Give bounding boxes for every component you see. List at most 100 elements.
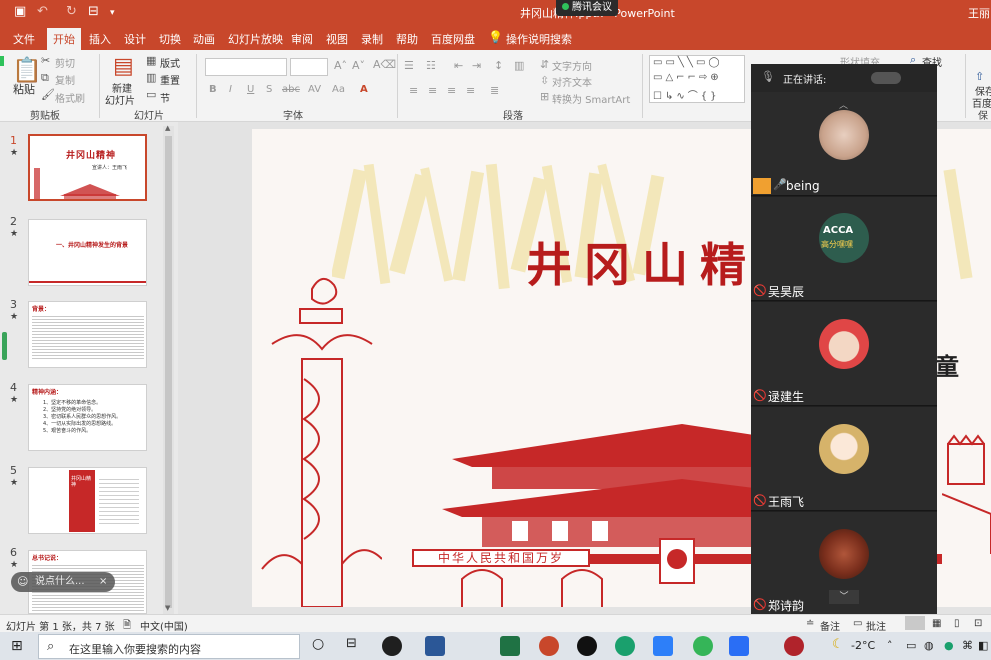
paste-button[interactable]: 粘贴 — [13, 81, 35, 97]
smartart-button[interactable]: 转换为 SmartArt — [552, 91, 630, 106]
app-pinwheel-icon[interactable] — [382, 636, 402, 656]
meeting-badge[interactable]: 腾讯会议 — [556, 0, 618, 16]
slide-subtitle-fragment[interactable]: 童 — [935, 347, 959, 382]
scroll-down-icon[interactable]: ▼ — [165, 604, 170, 612]
slide-sorter-icon[interactable]: ▦ — [932, 618, 941, 629]
justify-icon[interactable]: ≡ — [466, 84, 475, 97]
scroll-down-icon[interactable]: ﹀ — [829, 590, 859, 604]
bold-button[interactable]: B — [209, 84, 217, 95]
tab-help[interactable]: 帮助 — [396, 31, 418, 47]
shapes-row-icon[interactable]: ▭△⌐⌐⇨⊕ — [653, 72, 722, 83]
comments-icon[interactable]: ▭ — [853, 618, 862, 629]
underline-button[interactable]: U — [247, 84, 254, 95]
account-name[interactable]: 王丽 — [968, 5, 990, 21]
align-text-icon[interactable]: ⇳ — [540, 74, 549, 87]
save-icon[interactable]: ▣ — [14, 4, 26, 19]
save-baidu-icon[interactable]: ⇧ — [975, 70, 984, 83]
tray-app2-icon[interactable]: ◧ — [978, 639, 988, 652]
task-view-icon[interactable]: ⊟ — [346, 636, 357, 651]
taskbar-search-input[interactable]: ⌕ 在这里输入你要搜索的内容 — [38, 634, 300, 659]
align-right-icon[interactable]: ≡ — [447, 84, 456, 97]
align-text-button[interactable]: 对齐文本 — [552, 74, 592, 89]
shapes-row-icon[interactable]: ☐↳∿⌒{} — [653, 87, 719, 102]
layout-button[interactable]: 版式 — [160, 55, 180, 70]
edge-icon[interactable] — [615, 636, 635, 656]
close-icon[interactable]: × — [99, 572, 107, 592]
columns-icon[interactable]: ▥ — [514, 59, 524, 72]
participant-tile[interactable]: ACCA 高分嘿嘿 🚫 吴昊辰 — [751, 197, 937, 301]
tab-design[interactable]: 设计 — [124, 31, 146, 47]
slideshow-icon[interactable]: ⊡ — [974, 618, 982, 629]
tab-slideshow[interactable]: 幻灯片放映 — [228, 31, 283, 47]
powerpoint-icon[interactable] — [539, 636, 559, 656]
tab-insert[interactable]: 插入 — [89, 31, 111, 47]
text-direction-button[interactable]: 文字方向 — [552, 58, 592, 73]
shapes-row-icon[interactable]: ▭▭╲╲▭◯ — [653, 57, 723, 68]
slide-thumbnail-5[interactable]: 井冈山精神 — [28, 467, 147, 534]
present-icon[interactable]: ⊟ — [88, 4, 99, 19]
chat-input-bubble[interactable]: ☺ 说点什么... × — [11, 572, 115, 592]
strikethrough-button[interactable]: abc — [282, 84, 300, 95]
font-family-select[interactable] — [205, 58, 287, 76]
tab-file[interactable]: 文件 — [13, 31, 35, 47]
tablet-icon[interactable] — [653, 636, 673, 656]
slide-thumbnail-1[interactable]: 井冈山精神 宣讲人：王雨飞 — [28, 134, 147, 201]
slide-thumbnail-2[interactable]: 一、井冈山精神发生的背景 — [28, 219, 147, 286]
copy-button[interactable]: 复制 — [55, 72, 75, 87]
decrease-indent-icon[interactable]: ⇤ — [454, 59, 463, 72]
tab-baidu[interactable]: 百度网盘 — [431, 31, 475, 47]
clear-format-icon[interactable]: A⌫ — [373, 58, 396, 71]
paste-icon[interactable]: 📋 — [12, 56, 42, 84]
slide-thumbnail-4[interactable]: 精神内涵： 1、坚定不移的革命信念。 2、坚持党的绝对领导。 3、密切联系人民群… — [28, 384, 147, 451]
bullets-icon[interactable]: ☰ — [404, 59, 414, 72]
change-case-button[interactable]: Aa — [332, 84, 345, 95]
cut-button[interactable]: 剪切 — [55, 55, 75, 70]
char-spacing-button[interactable]: AV — [308, 84, 321, 95]
distribute-icon[interactable]: ≣ — [490, 84, 499, 97]
tab-home[interactable]: 开始 — [47, 28, 81, 50]
decrease-font-icon[interactable]: A˅ — [352, 59, 365, 72]
reset-button[interactable]: 重置 — [160, 72, 180, 87]
participant-tile[interactable]: 🚫 王雨飞 — [751, 407, 937, 511]
slide-thumbnail-3[interactable]: 背景： — [28, 301, 147, 368]
participant-tile[interactable]: ﹀ 🚫 郑诗韵 — [751, 512, 937, 615]
tab-transitions[interactable]: 切换 — [159, 31, 181, 47]
cut-icon[interactable]: ✂ — [41, 54, 50, 67]
font-size-select[interactable] — [290, 58, 328, 76]
reset-icon[interactable]: ▥ — [146, 71, 156, 84]
cortana-icon[interactable]: ○ — [312, 636, 324, 652]
chevron-up-icon[interactable]: ˄ — [887, 639, 893, 652]
tray-wechat-icon[interactable]: ● — [944, 639, 954, 652]
participant-tile[interactable]: 🚫 逯建生 — [751, 302, 937, 406]
align-center-icon[interactable]: ≡ — [428, 84, 437, 97]
undo-icon[interactable]: ↶ — [37, 4, 48, 19]
notes-icon[interactable]: ≐ — [806, 618, 814, 629]
font-color-button[interactable]: A — [360, 84, 368, 95]
weather-temp[interactable]: -2°C — [851, 639, 875, 652]
line-spacing-icon[interactable]: ↕ — [494, 59, 503, 72]
layout-icon[interactable]: ▦ — [146, 54, 156, 67]
format-painter-button[interactable]: 格式刷 — [55, 90, 85, 105]
text-direction-icon[interactable]: ⇵ — [540, 58, 549, 71]
format-painter-icon[interactable]: 🖌 — [41, 88, 55, 101]
tray-app-icon[interactable]: ◍ — [924, 639, 934, 652]
participant-tile[interactable]: ︿ 🎤 being — [751, 92, 937, 196]
thumbnails-scroll-thumb[interactable] — [165, 136, 172, 608]
scroll-up-icon[interactable]: ▲ — [165, 124, 170, 132]
customize-toolbar-icon[interactable]: ▾ — [110, 8, 115, 18]
copy-icon[interactable]: ⧉ — [41, 71, 49, 85]
tab-animations[interactable]: 动画 — [193, 31, 215, 47]
increase-indent-icon[interactable]: ⇥ — [472, 59, 481, 72]
increase-font-icon[interactable]: A˄ — [334, 59, 347, 72]
normal-view-icon[interactable] — [905, 616, 925, 630]
excel-icon[interactable] — [500, 636, 520, 656]
align-left-icon[interactable]: ≡ — [409, 84, 418, 97]
app-red-icon[interactable] — [784, 636, 804, 656]
shadow-button[interactable]: S — [266, 84, 272, 95]
numbering-icon[interactable]: ☷ — [426, 59, 436, 72]
windows-start-icon[interactable]: ⊞ — [11, 638, 23, 654]
slide-title[interactable]: 井冈山精 — [526, 229, 758, 295]
tray-monitor-icon[interactable]: ▭ — [906, 639, 916, 652]
qq-icon[interactable] — [577, 636, 597, 656]
banner-slogan[interactable]: 中华人民共和国万岁 — [412, 549, 590, 567]
